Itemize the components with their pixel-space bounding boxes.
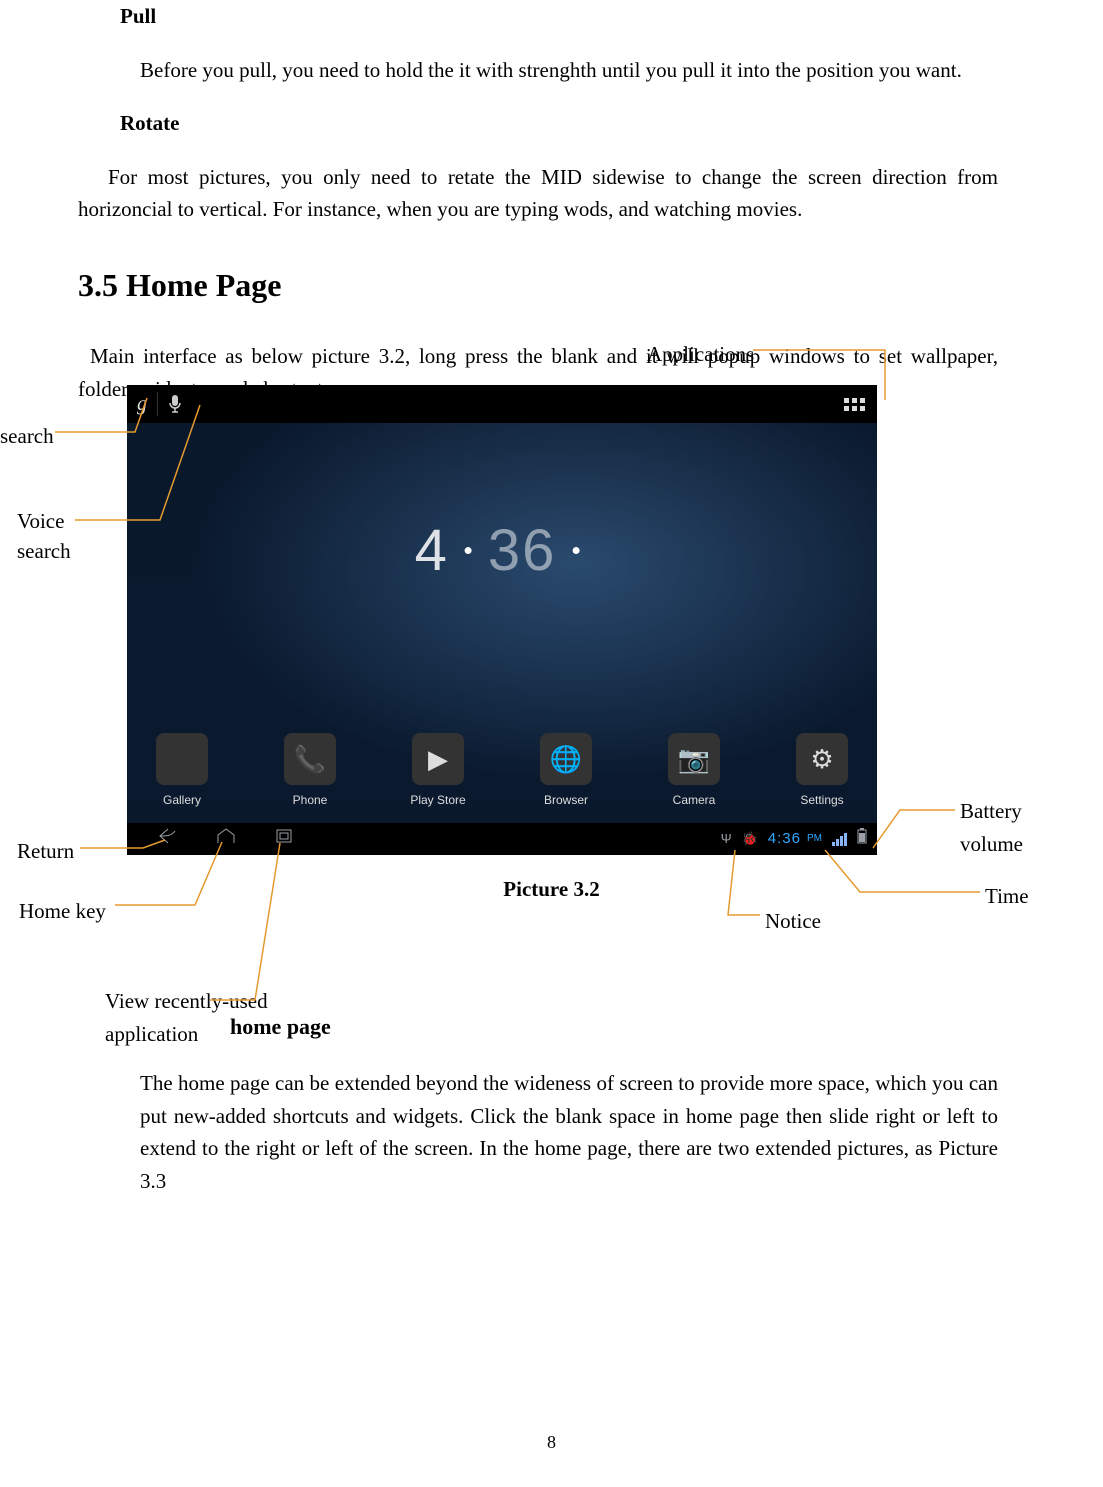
app-browser[interactable]: 🌐 Browser — [522, 733, 610, 823]
status-time: 4:36 — [768, 827, 801, 850]
app-camera[interactable]: 📷 Camera — [650, 733, 738, 823]
signal-icon — [832, 832, 847, 846]
usb-icon: Ψ — [721, 829, 732, 849]
label-return: Return — [17, 835, 74, 868]
heading-rotate: Rotate — [120, 107, 998, 140]
phone-icon: 📞 — [284, 733, 336, 785]
browser-icon: 🌐 — [540, 733, 592, 785]
figure-caption: Picture 3.2 — [0, 873, 1103, 906]
mic-icon — [168, 394, 182, 414]
app-label: Camera — [673, 791, 716, 810]
home-icon[interactable] — [215, 827, 237, 851]
navigation-bar: Ψ 🐞 4:36 PM — [127, 823, 877, 855]
clock-dot1 — [465, 547, 472, 554]
app-settings[interactable]: ⚙ Settings — [778, 733, 866, 823]
heading-extended-home: home page — [230, 1010, 331, 1044]
google-search[interactable]: g — [127, 385, 157, 423]
app-label: Play Store — [410, 791, 465, 810]
status-pm: PM — [807, 831, 822, 847]
voice-search[interactable] — [158, 385, 192, 423]
app-gallery[interactable]: Gallery — [138, 733, 226, 823]
text-extended-home: The home page can be extended beyond the… — [140, 1067, 998, 1197]
play-icon: ▶ — [412, 733, 464, 785]
status-tray[interactable]: Ψ 🐞 4:36 PM — [721, 827, 877, 850]
heading-pull: Pull — [120, 0, 998, 33]
dock: Gallery 📞 Phone ▶ Play Store 🌐 Browser 📷 Camera ⚙… — [127, 725, 877, 823]
settings-icon: ⚙ — [796, 733, 848, 785]
label-battery-1: Battery — [960, 795, 1022, 828]
recent-icon[interactable] — [273, 827, 295, 851]
clock-minute: 36 — [488, 506, 557, 596]
label-notice: Notice — [765, 905, 821, 938]
app-label: Gallery — [163, 791, 201, 810]
app-label: Phone — [293, 791, 328, 810]
app-phone[interactable]: 📞 Phone — [266, 733, 354, 823]
clock-hour: 4 — [415, 506, 449, 596]
app-label: Browser — [544, 791, 588, 810]
page-number: 8 — [0, 1429, 1103, 1457]
heading-home-page: 3.5 Home Page — [78, 261, 998, 311]
screenshot: g 4 36 Gallery 📞 Phone ▶ Play Store 🌐 Browser 📷… — [127, 385, 877, 855]
google-icon: g — [137, 389, 147, 420]
label-battery-2: volume — [960, 828, 1023, 861]
battery-icon — [857, 828, 867, 850]
app-play[interactable]: ▶ Play Store — [394, 733, 482, 823]
camera-icon: 📷 — [668, 733, 720, 785]
back-icon[interactable] — [157, 827, 179, 851]
app-drawer-icon[interactable] — [841, 391, 867, 417]
label-applications: Applications — [647, 338, 754, 371]
label-search: search — [0, 420, 54, 453]
wallpaper[interactable]: 4 36 Gallery 📞 Phone ▶ Play Store 🌐 Browser 📷 Ca… — [127, 423, 877, 823]
debug-icon: 🐞 — [742, 829, 758, 849]
text-rotate: For most pictures, you only need to reta… — [78, 161, 998, 226]
label-voice-1: Voice — [17, 505, 64, 538]
gallery-icon — [156, 733, 208, 785]
clock-dot2 — [572, 547, 579, 554]
clock-widget[interactable]: 4 36 — [415, 506, 590, 596]
text-pull: Before you pull, you need to hold the it… — [140, 54, 998, 87]
page-content: Pull Before you pull, you need to hold t… — [78, 0, 998, 426]
label-voice-2: search — [17, 535, 71, 568]
app-label: Settings — [800, 791, 843, 810]
top-bar: g — [127, 385, 877, 423]
